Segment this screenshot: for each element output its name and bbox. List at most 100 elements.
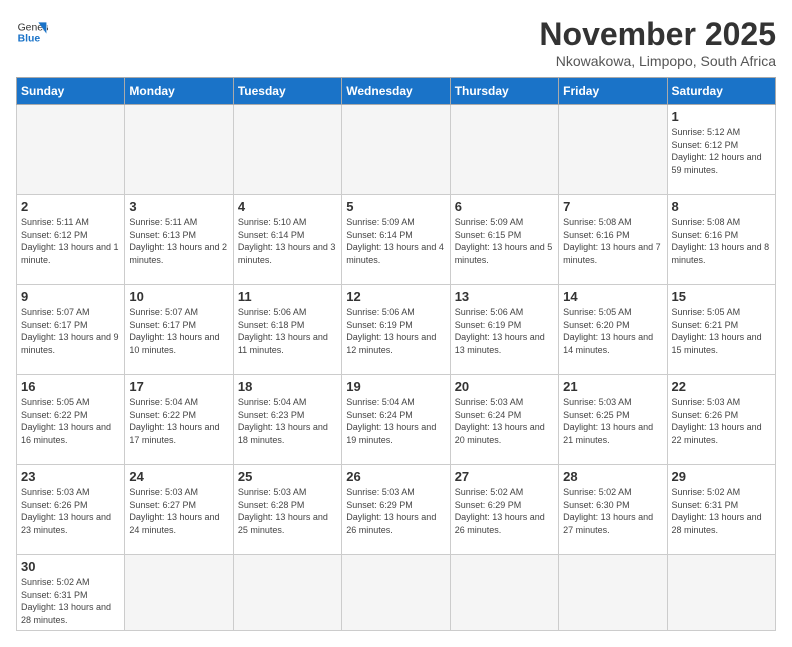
day-cell: 21Sunrise: 5:03 AM Sunset: 6:25 PM Dayli… (559, 375, 667, 465)
day-number: 23 (21, 469, 120, 484)
day-info: Sunrise: 5:10 AM Sunset: 6:14 PM Dayligh… (238, 216, 337, 266)
col-header-thursday: Thursday (450, 78, 558, 105)
day-cell: 1Sunrise: 5:12 AM Sunset: 6:12 PM Daylig… (667, 105, 775, 195)
day-info: Sunrise: 5:02 AM Sunset: 6:31 PM Dayligh… (21, 576, 120, 626)
day-cell (559, 555, 667, 631)
day-number: 16 (21, 379, 120, 394)
day-info: Sunrise: 5:02 AM Sunset: 6:30 PM Dayligh… (563, 486, 662, 536)
day-number: 17 (129, 379, 228, 394)
day-cell: 27 Sunrise: 5:02 AM Sunset: 6:29 PM Dayli… (450, 465, 558, 555)
day-cell: 11 Sunrise: 5:06 AM Sunset: 6:18 PM Dayli… (233, 285, 341, 375)
day-cell (233, 555, 341, 631)
day-cell: 20 Sunrise: 5:03 AM Sunset: 6:24 PM Dayli… (450, 375, 558, 465)
day-cell: 25 Sunrise: 5:03 AM Sunset: 6:28 PM Dayli… (233, 465, 341, 555)
day-cell: 10 Sunrise: 5:07 AM Sunset: 6:17 PM Dayli… (125, 285, 233, 375)
day-cell: 7 Sunrise: 5:08 AM Sunset: 6:16 PM Daylig… (559, 195, 667, 285)
week-row-4: 23 Sunrise: 5:03 AM Sunset: 6:26 PM Dayli… (17, 465, 776, 555)
day-number: 20 (455, 379, 554, 394)
day-info: Sunrise: 5:02 AM Sunset: 6:31 PM Dayligh… (672, 486, 771, 536)
day-cell: 24Sunrise: 5:03 AM Sunset: 6:27 PM Dayli… (125, 465, 233, 555)
day-cell: 19Sunrise: 5:04 AM Sunset: 6:24 PM Dayli… (342, 375, 450, 465)
calendar-subtitle: Nkowakowa, Limpopo, South Africa (539, 53, 776, 69)
day-number: 7 (563, 199, 662, 214)
day-cell: 3Sunrise: 5:11 AM Sunset: 6:13 PM Daylig… (125, 195, 233, 285)
day-cell: 15 Sunrise: 5:05 AM Sunset: 6:21 PM Dayli… (667, 285, 775, 375)
day-cell: 29 Sunrise: 5:02 AM Sunset: 6:31 PM Dayli… (667, 465, 775, 555)
day-number: 21 (563, 379, 662, 394)
calendar-table: SundayMondayTuesdayWednesdayThursdayFrid… (16, 77, 776, 631)
day-info: Sunrise: 5:03 AM Sunset: 6:28 PM Dayligh… (238, 486, 337, 536)
day-cell: 16Sunrise: 5:05 AM Sunset: 6:22 PM Dayli… (17, 375, 125, 465)
day-cell (17, 105, 125, 195)
day-cell (667, 555, 775, 631)
day-number: 1 (672, 109, 771, 124)
day-number: 26 (346, 469, 445, 484)
day-info: Sunrise: 5:07 AM Sunset: 6:17 PM Dayligh… (21, 306, 120, 356)
day-number: 15 (672, 289, 771, 304)
col-header-sunday: Sunday (17, 78, 125, 105)
header: General Blue November 2025 Nkowakowa, Li… (16, 16, 776, 69)
day-number: 11 (238, 289, 337, 304)
day-info: Sunrise: 5:07 AM Sunset: 6:17 PM Dayligh… (129, 306, 228, 356)
day-cell: 22 Sunrise: 5:03 AM Sunset: 6:26 PM Dayli… (667, 375, 775, 465)
header-row: SundayMondayTuesdayWednesdayThursdayFrid… (17, 78, 776, 105)
logo: General Blue (16, 16, 48, 48)
svg-text:Blue: Blue (18, 34, 41, 45)
day-cell: 26 Sunrise: 5:03 AM Sunset: 6:29 PM Dayli… (342, 465, 450, 555)
day-number: 18 (238, 379, 337, 394)
day-cell: 4 Sunrise: 5:10 AM Sunset: 6:14 PM Daylig… (233, 195, 341, 285)
week-row-5: 30 Sunrise: 5:02 AM Sunset: 6:31 PM Dayli… (17, 555, 776, 631)
col-header-wednesday: Wednesday (342, 78, 450, 105)
day-info: Sunrise: 5:05 AM Sunset: 6:21 PM Dayligh… (672, 306, 771, 356)
logo-icon: General Blue (16, 16, 48, 48)
week-row-1: 2Sunrise: 5:11 AM Sunset: 6:12 PM Daylig… (17, 195, 776, 285)
col-header-monday: Monday (125, 78, 233, 105)
day-number: 9 (21, 289, 120, 304)
day-info: Sunrise: 5:03 AM Sunset: 6:26 PM Dayligh… (672, 396, 771, 446)
day-info: Sunrise: 5:03 AM Sunset: 6:29 PM Dayligh… (346, 486, 445, 536)
day-cell: 5Sunrise: 5:09 AM Sunset: 6:14 PM Daylig… (342, 195, 450, 285)
day-number: 29 (672, 469, 771, 484)
day-number: 13 (455, 289, 554, 304)
day-info: Sunrise: 5:09 AM Sunset: 6:15 PM Dayligh… (455, 216, 554, 266)
day-cell (233, 105, 341, 195)
day-info: Sunrise: 5:11 AM Sunset: 6:12 PM Dayligh… (21, 216, 120, 266)
day-info: Sunrise: 5:08 AM Sunset: 6:16 PM Dayligh… (563, 216, 662, 266)
day-number: 22 (672, 379, 771, 394)
day-info: Sunrise: 5:06 AM Sunset: 6:18 PM Dayligh… (238, 306, 337, 356)
day-info: Sunrise: 5:06 AM Sunset: 6:19 PM Dayligh… (346, 306, 445, 356)
day-cell: 9 Sunrise: 5:07 AM Sunset: 6:17 PM Daylig… (17, 285, 125, 375)
day-cell: 8Sunrise: 5:08 AM Sunset: 6:16 PM Daylig… (667, 195, 775, 285)
week-row-2: 9 Sunrise: 5:07 AM Sunset: 6:17 PM Daylig… (17, 285, 776, 375)
day-cell: 6Sunrise: 5:09 AM Sunset: 6:15 PM Daylig… (450, 195, 558, 285)
day-cell: 12Sunrise: 5:06 AM Sunset: 6:19 PM Dayli… (342, 285, 450, 375)
day-cell (125, 105, 233, 195)
day-info: Sunrise: 5:02 AM Sunset: 6:29 PM Dayligh… (455, 486, 554, 536)
col-header-tuesday: Tuesday (233, 78, 341, 105)
day-cell (450, 105, 558, 195)
day-number: 24 (129, 469, 228, 484)
day-number: 27 (455, 469, 554, 484)
day-cell: 13 Sunrise: 5:06 AM Sunset: 6:19 PM Dayli… (450, 285, 558, 375)
day-number: 25 (238, 469, 337, 484)
day-number: 10 (129, 289, 228, 304)
day-number: 14 (563, 289, 662, 304)
week-row-0: 1Sunrise: 5:12 AM Sunset: 6:12 PM Daylig… (17, 105, 776, 195)
day-cell (559, 105, 667, 195)
col-header-saturday: Saturday (667, 78, 775, 105)
day-cell: 23 Sunrise: 5:03 AM Sunset: 6:26 PM Dayli… (17, 465, 125, 555)
day-number: 4 (238, 199, 337, 214)
day-cell (125, 555, 233, 631)
day-info: Sunrise: 5:03 AM Sunset: 6:26 PM Dayligh… (21, 486, 120, 536)
day-number: 30 (21, 559, 120, 574)
day-info: Sunrise: 5:04 AM Sunset: 6:23 PM Dayligh… (238, 396, 337, 446)
day-info: Sunrise: 5:11 AM Sunset: 6:13 PM Dayligh… (129, 216, 228, 266)
day-info: Sunrise: 5:08 AM Sunset: 6:16 PM Dayligh… (672, 216, 771, 266)
day-info: Sunrise: 5:06 AM Sunset: 6:19 PM Dayligh… (455, 306, 554, 356)
week-row-3: 16Sunrise: 5:05 AM Sunset: 6:22 PM Dayli… (17, 375, 776, 465)
day-info: Sunrise: 5:04 AM Sunset: 6:22 PM Dayligh… (129, 396, 228, 446)
day-info: Sunrise: 5:03 AM Sunset: 6:24 PM Dayligh… (455, 396, 554, 446)
day-cell (450, 555, 558, 631)
day-info: Sunrise: 5:04 AM Sunset: 6:24 PM Dayligh… (346, 396, 445, 446)
title-area: November 2025 Nkowakowa, Limpopo, South … (539, 16, 776, 69)
